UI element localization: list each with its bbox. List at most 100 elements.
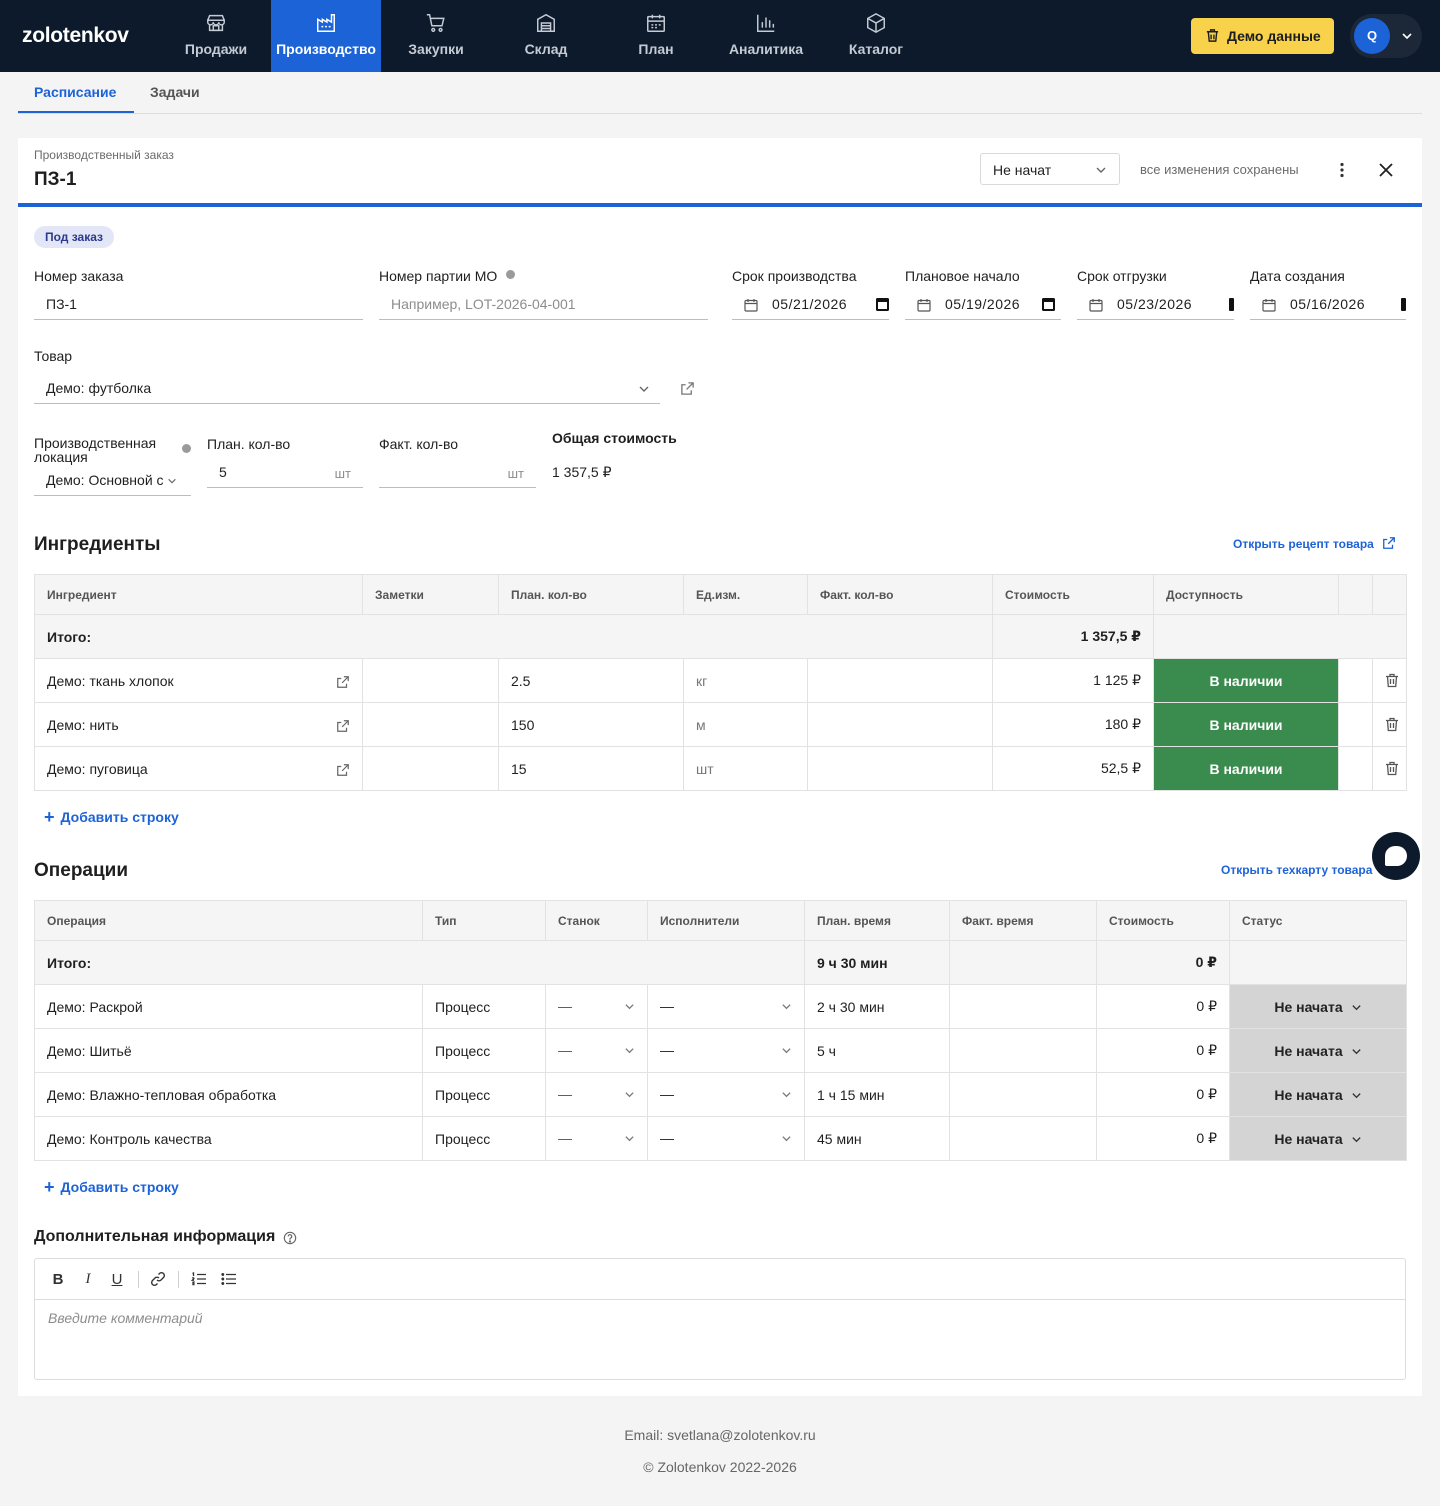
operation-name-cell[interactable]: Демо: Шитьё	[34, 1028, 423, 1073]
column-header[interactable]: Доступность	[1153, 574, 1339, 615]
planned-start-field[interactable]: 05/19/2026	[905, 288, 1061, 320]
column-header[interactable]: Тип	[422, 900, 546, 941]
more-options-icon[interactable]	[1336, 162, 1348, 178]
delete-cell[interactable]	[1372, 658, 1407, 703]
fact-qty-field[interactable]: шт	[379, 456, 536, 488]
column-header[interactable]: Статус	[1229, 900, 1407, 941]
operation-name-cell[interactable]: Демо: Контроль качества	[34, 1116, 423, 1161]
tab-schedule[interactable]: Расписание	[34, 84, 116, 100]
open-routing-link[interactable]: Открыть техкарту товара	[1221, 863, 1372, 877]
notes-cell[interactable]	[362, 702, 499, 747]
date-picker-icon[interactable]	[1229, 297, 1234, 311]
date-picker-icon[interactable]	[876, 297, 889, 311]
location-select[interactable]: Демо: Основной с	[34, 464, 191, 496]
column-header[interactable]: Станок	[545, 900, 648, 941]
machine-select[interactable]: —	[545, 1116, 648, 1161]
trash-icon[interactable]	[1385, 717, 1399, 732]
workers-select-box[interactable]: —	[660, 1074, 792, 1116]
plan-time-cell[interactable]: 45 мин	[804, 1116, 950, 1161]
workers-select-box[interactable]: —	[660, 1118, 792, 1160]
delete-cell[interactable]	[1372, 746, 1407, 791]
operation-status-select[interactable]: Не начата	[1229, 1072, 1407, 1117]
nav-analytics[interactable]: Аналитика	[711, 0, 821, 72]
fact-time-cell[interactable]	[949, 1116, 1097, 1161]
fact-time-cell[interactable]	[949, 1072, 1097, 1117]
open-recipe-link[interactable]: Открыть рецепт товара	[1233, 537, 1396, 551]
ingredient-name-cell[interactable]: Демо: пуговица	[34, 746, 363, 791]
column-header[interactable]: Исполнители	[647, 900, 805, 941]
brand-logo[interactable]: zolotenkov	[22, 24, 129, 48]
fact-qty-cell[interactable]	[807, 702, 993, 747]
nav-sales[interactable]: Продажи	[161, 0, 271, 72]
plan-time-cell[interactable]: 2 ч 30 мин	[804, 984, 950, 1029]
comment-input-placeholder[interactable]: Введите комментарий	[48, 1310, 203, 1326]
operation-status-select[interactable]: Не начата	[1229, 1028, 1407, 1073]
plan-time-cell[interactable]: 5 ч	[804, 1028, 950, 1073]
trash-icon[interactable]	[1385, 761, 1399, 776]
machine-select-box[interactable]: —	[558, 986, 635, 1028]
external-link-icon[interactable]	[680, 381, 695, 396]
close-icon[interactable]	[1378, 162, 1394, 178]
workers-select[interactable]: —	[647, 1072, 805, 1117]
fact-qty-cell[interactable]	[807, 658, 993, 703]
external-link-icon[interactable]	[336, 719, 350, 733]
nav-catalog[interactable]: Каталог	[821, 0, 931, 72]
machine-select[interactable]: —	[545, 984, 648, 1029]
link-icon[interactable]	[150, 1271, 166, 1287]
column-header[interactable]: Факт. время	[949, 900, 1097, 941]
column-header[interactable]: Заметки	[362, 574, 499, 615]
column-header[interactable]: Ингредиент	[34, 574, 363, 615]
column-header[interactable]: Ед.изм.	[683, 574, 808, 615]
product-select[interactable]: Демо: футболка	[34, 372, 660, 404]
created-date-field[interactable]: 05/16/2026	[1250, 288, 1406, 320]
column-header[interactable]: План. время	[804, 900, 950, 941]
nav-warehouse[interactable]: Склад	[491, 0, 601, 72]
notes-cell[interactable]	[362, 746, 499, 791]
batch-number-field[interactable]: Например, LOT-2026-04-001	[379, 288, 708, 320]
external-link-icon[interactable]	[336, 763, 350, 777]
workers-select-box[interactable]: —	[660, 1030, 792, 1072]
nav-production[interactable]: Производство	[271, 0, 381, 72]
column-header[interactable]: Операция	[34, 900, 423, 941]
workers-select[interactable]: —	[647, 1116, 805, 1161]
nav-purchasing[interactable]: Закупки	[381, 0, 491, 72]
workers-select-box[interactable]: —	[660, 986, 792, 1028]
delete-cell[interactable]	[1372, 702, 1407, 747]
plan-qty-field[interactable]: 5 шт	[207, 456, 363, 488]
machine-select-box[interactable]: —	[558, 1074, 635, 1116]
machine-select-box[interactable]: —	[558, 1118, 635, 1160]
fact-time-cell[interactable]	[949, 984, 1097, 1029]
operation-status-select[interactable]: Не начата	[1229, 984, 1407, 1029]
notes-cell[interactable]	[362, 658, 499, 703]
nav-plan[interactable]: План	[601, 0, 711, 72]
column-header[interactable]: Факт. кол-во	[807, 574, 993, 615]
ingredient-name-cell[interactable]: Демо: ткань хлопок	[34, 658, 363, 703]
column-header[interactable]: Стоимость	[992, 574, 1154, 615]
column-header[interactable]: Стоимость	[1096, 900, 1230, 941]
date-picker-icon[interactable]	[1401, 297, 1406, 311]
demo-data-button[interactable]: Демо данные	[1191, 18, 1334, 54]
workers-select[interactable]: —	[647, 984, 805, 1029]
external-link-icon[interactable]	[336, 675, 350, 689]
order-number-field[interactable]: ПЗ-1	[34, 288, 363, 320]
add-ingredient-row-button[interactable]: + Добавить строку	[44, 806, 179, 827]
operation-name-cell[interactable]: Демо: Раскрой	[34, 984, 423, 1029]
ordered-list-icon[interactable]	[191, 1271, 207, 1287]
plan-qty-cell[interactable]: 150	[498, 702, 684, 747]
plan-qty-cell[interactable]: 2.5	[498, 658, 684, 703]
underline-icon[interactable]: U	[109, 1271, 125, 1288]
machine-select[interactable]: —	[545, 1072, 648, 1117]
plan-time-cell[interactable]: 1 ч 15 мин	[804, 1072, 950, 1117]
shipment-deadline-field[interactable]: 05/23/2026	[1077, 288, 1234, 320]
ingredient-name-cell[interactable]: Демо: нить	[34, 702, 363, 747]
italic-icon[interactable]: I	[80, 1271, 96, 1287]
user-menu[interactable]: Q	[1350, 14, 1422, 58]
workers-select[interactable]: —	[647, 1028, 805, 1073]
machine-select[interactable]: —	[545, 1028, 648, 1073]
plan-qty-cell[interactable]: 15	[498, 746, 684, 791]
bold-icon[interactable]: B	[50, 1271, 66, 1288]
chat-button[interactable]	[1372, 832, 1420, 880]
machine-select-box[interactable]: —	[558, 1030, 635, 1072]
order-status-select[interactable]: Не начат	[980, 153, 1120, 185]
column-header[interactable]: План. кол-во	[498, 574, 684, 615]
